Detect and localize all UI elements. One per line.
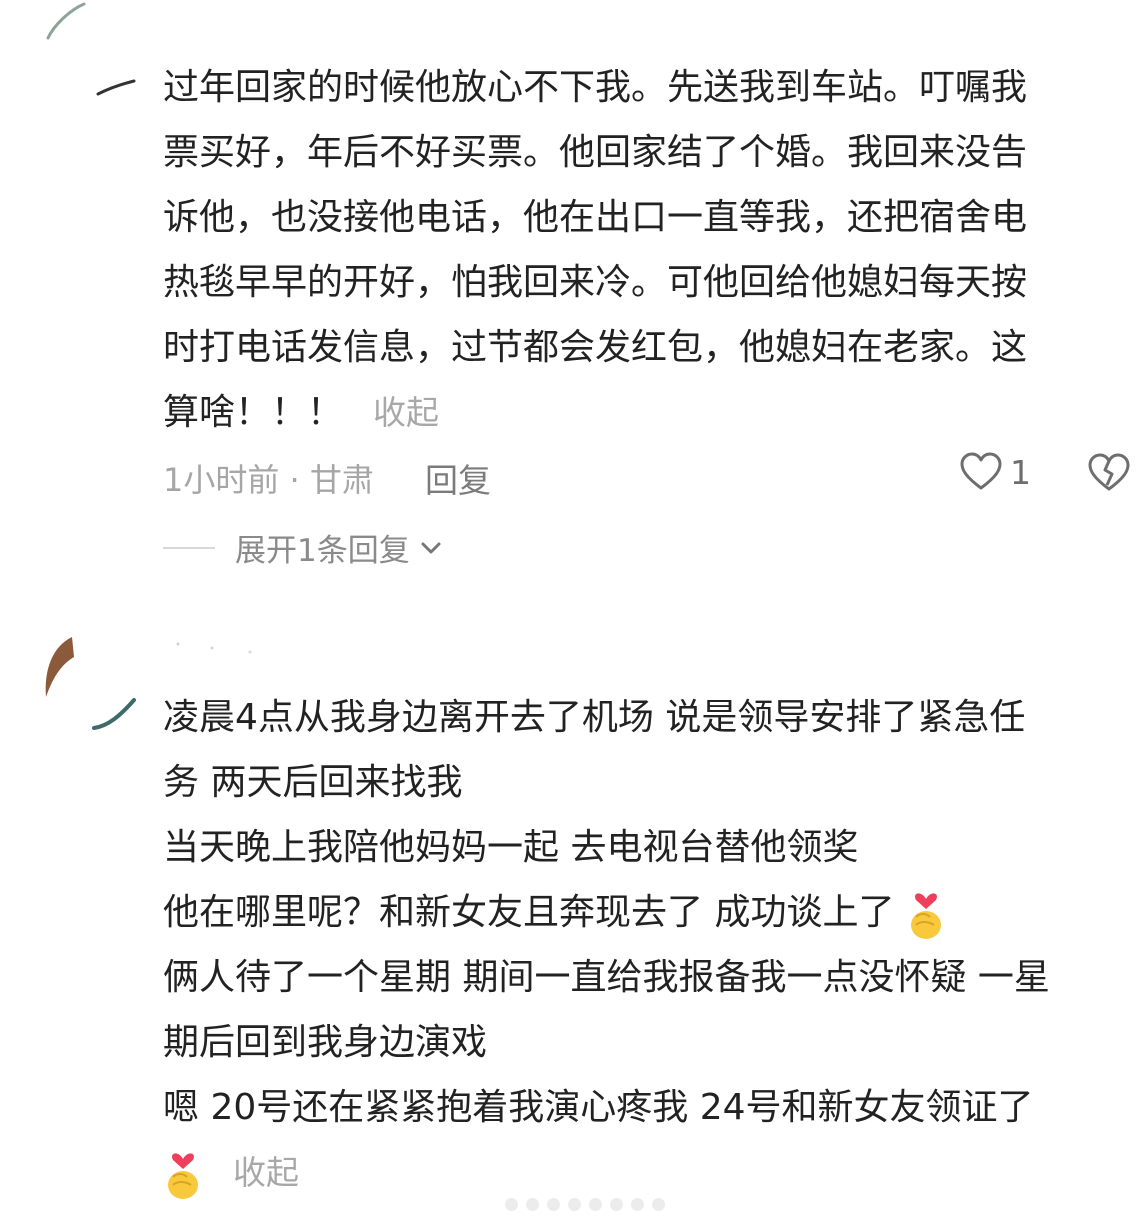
comment-2-line: 务 两天后回来找我 — [163, 762, 463, 803]
comment-2: 凌晨4点从我身边离开去了机场 说是领导安排了紧急任 务 两天后回来找我 当天晚上… — [0, 600, 1139, 1220]
page-dot — [589, 1198, 602, 1211]
page-dot — [505, 1198, 518, 1211]
comment-1-last-line: 算啥！！！ 收起 — [163, 380, 1123, 445]
page-indicator — [505, 1198, 665, 1211]
page-dot — [526, 1198, 539, 1211]
comment-1-line: 诉他，也没接他电话，他在出口一直等我，还把宿舍电 — [163, 197, 1028, 238]
comment-2-line: 他在哪里呢？和新女友且奔现去了 成功谈上了 — [163, 892, 895, 933]
finger-heart-emoji-icon — [910, 893, 941, 939]
heart-outline-icon — [960, 452, 1002, 490]
avatar[interactable] — [42, 635, 82, 700]
comment-2-line: 当天晚上我陪他妈妈一起 去电视台替他领奖 — [163, 827, 859, 868]
username-fragment — [176, 642, 252, 654]
expand-divider — [163, 546, 215, 549]
comment-1: 过年回家的时候他放心不下我。先送我到车站。叮嘱我 票买好，年后不好买票。他回家结… — [0, 0, 1139, 600]
chevron-down-icon — [421, 542, 441, 553]
like-count: 1 — [1010, 452, 1031, 492]
comment-2-last-line: 收起 — [163, 1140, 1123, 1205]
broken-heart-icon[interactable] — [1088, 453, 1130, 493]
page-dot — [652, 1198, 665, 1211]
page-dot — [568, 1198, 581, 1211]
comment-2-line: 嗯 20号还在紧紧抱着我演心疼我 24号和新女友领证了 — [163, 1087, 1034, 1128]
user-badge-icon — [92, 698, 136, 730]
comment-1-line: 热毯早早的开好，怕我回来冷。可他回给他媳妇每天按 — [163, 262, 1028, 303]
finger-heart-emoji-icon — [168, 1153, 198, 1199]
user-badge-icon — [96, 79, 136, 96]
page-dot — [631, 1198, 644, 1211]
comment-1-body: 过年回家的时候他放心不下我。先送我到车站。叮嘱我 票买好，年后不好买票。他回家结… — [163, 55, 1123, 445]
comment-1-time-location: 1小时前 · 甘肃 — [163, 461, 374, 499]
page-dot — [547, 1198, 560, 1211]
expand-replies-label: 展开1条回复 — [235, 533, 410, 569]
collapse-button[interactable]: 收起 — [373, 393, 439, 432]
comment-2-line-with-emoji: 他在哪里呢？和新女友且奔现去了 成功谈上了 — [163, 880, 1123, 945]
comment-2-line: 凌晨4点从我身边离开去了机场 说是领导安排了紧急任 — [163, 697, 1026, 738]
collapse-button[interactable]: 收起 — [233, 1153, 299, 1192]
like-button[interactable]: 1 — [960, 452, 1031, 492]
comment-1-line: 票买好，年后不好买票。他回家结了个婚。我回来没告 — [163, 132, 1028, 173]
comment-1-line: 时打电话发信息，过节都会发红包，他媳妇在老家。这 — [163, 327, 1028, 368]
reply-button[interactable]: 回复 — [425, 454, 491, 502]
comment-2-body: 凌晨4点从我身边离开去了机场 说是领导安排了紧急任 务 两天后回来找我 当天晚上… — [163, 685, 1123, 1205]
comment-2-line: 俩人待了一个星期 期间一直给我报备我一点没怀疑 一星 — [163, 957, 1050, 998]
expand-replies-button[interactable]: 展开1条回复 — [163, 525, 444, 570]
comment-1-line: 过年回家的时候他放心不下我。先送我到车站。叮嘱我 — [163, 67, 1028, 108]
comment-1-line: 算啥！！！ — [163, 392, 344, 433]
page-dot — [610, 1198, 623, 1211]
comment-2-line: 期后回到我身边演戏 — [163, 1022, 488, 1063]
